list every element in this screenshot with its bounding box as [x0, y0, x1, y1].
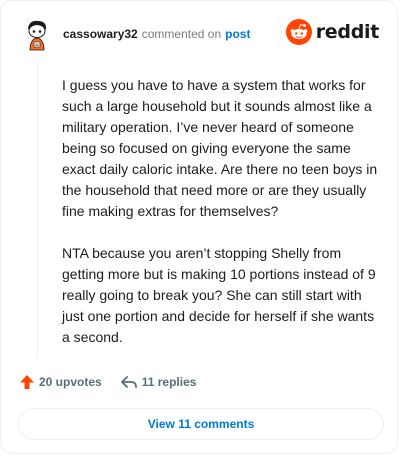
comment-paragraph-1: I guess you have to have a system that w…: [62, 77, 378, 219]
view-comments-button[interactable]: View 11 comments: [18, 408, 384, 440]
action-text: commented on: [141, 27, 222, 41]
comment-paragraph-2: NTA because you aren’t stopping Shelly f…: [62, 245, 376, 345]
thread-line: [37, 61, 38, 359]
comment-footer: 20 upvotes 11 replies: [19, 374, 196, 390]
replies-stat[interactable]: 11 replies: [120, 374, 197, 390]
snoo-avatar-icon: [19, 16, 55, 52]
replies-count: 11 replies: [141, 375, 197, 389]
post-link[interactable]: post: [225, 27, 250, 41]
comment-card: cassowary32 commented on post reddit I gue…: [0, 0, 398, 454]
comment-meta: cassowary32 commented on post: [63, 26, 250, 42]
reddit-wordmark: reddit: [315, 21, 380, 43]
upvote-count: 20 upvotes: [39, 375, 102, 389]
reply-arrow-icon: [120, 376, 137, 388]
upvote-arrow-icon: [20, 375, 34, 389]
reddit-snoo-icon: [285, 19, 312, 45]
username-link[interactable]: cassowary32: [63, 27, 138, 41]
reddit-logo[interactable]: reddit: [285, 19, 380, 45]
comment-header: cassowary32 commented on post: [19, 15, 250, 53]
comment-body: I guess you have to have a system that w…: [62, 75, 378, 369]
upvote-stat[interactable]: 20 upvotes: [19, 374, 102, 390]
avatar[interactable]: [19, 16, 55, 52]
